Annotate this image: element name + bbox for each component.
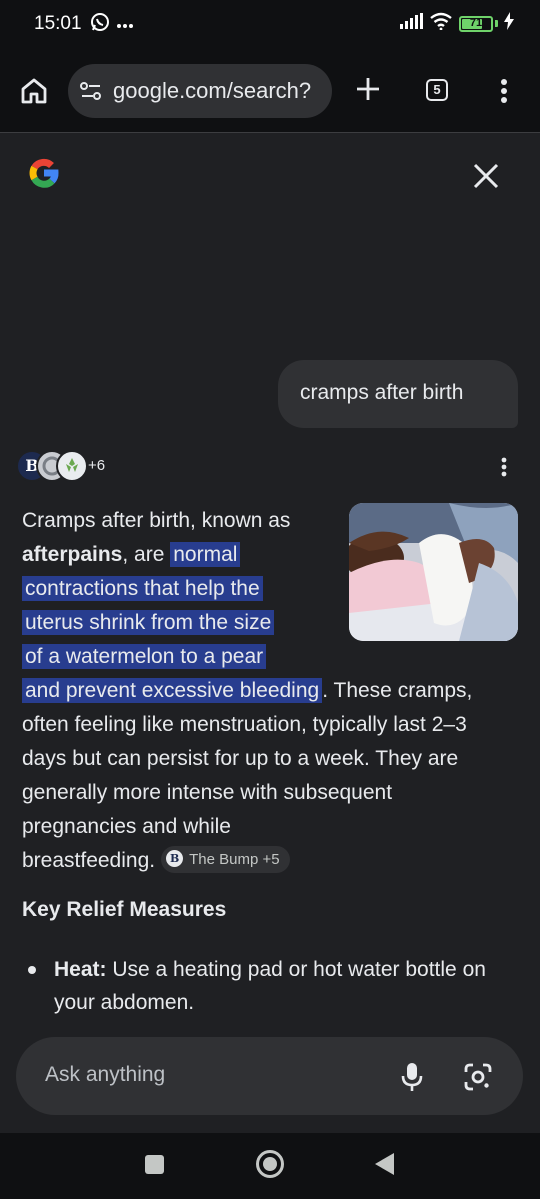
overflow-menu-icon[interactable] [500, 78, 508, 109]
user-query-bubble: cramps after birth [278, 360, 518, 428]
signal-icon [399, 13, 423, 34]
more-notifications-icon [116, 16, 134, 34]
bullet-icon [28, 966, 36, 974]
section-heading: Key Relief Measures [22, 898, 227, 921]
list-item-label: Heat: [54, 958, 107, 981]
answer-image[interactable] [349, 503, 518, 641]
url-text[interactable]: google.com/search? [113, 78, 311, 104]
recents-button[interactable] [145, 1155, 164, 1174]
ask-placeholder[interactable]: Ask anything [45, 1063, 165, 1087]
list-item: Heat: Use a heating pad or hot water bot… [54, 953, 514, 1019]
list-item-text: Use a heating pad or hot water bottle on… [54, 958, 486, 1014]
browser-toolbar: google.com/search? 5 [0, 48, 540, 133]
new-tab-icon[interactable] [354, 75, 382, 108]
citation-chip[interactable]: B The Bump +5 [161, 845, 290, 873]
close-icon[interactable] [470, 160, 502, 197]
tab-switcher-button[interactable]: 5 [426, 79, 448, 101]
answer-bold-term: afterpains [22, 543, 123, 566]
more-options-icon[interactable] [500, 457, 508, 482]
system-nav-bar [0, 1133, 540, 1199]
source-avatar[interactable] [56, 450, 88, 482]
battery-level: 71 [469, 16, 483, 29]
google-logo-icon [21, 150, 67, 196]
site-settings-icon[interactable] [80, 81, 102, 106]
ask-input[interactable]: Ask anything [16, 1037, 523, 1115]
answer-highlight[interactable]: contractions that help the [22, 576, 263, 601]
charging-icon [504, 12, 514, 35]
answer-text: breastfeeding. [22, 849, 156, 872]
answer-text: Cramps after birth, known as [22, 509, 291, 532]
user-query-text: cramps after birth [300, 381, 464, 404]
status-time: 15:01 [34, 13, 82, 34]
answer-text: pregnancies and while [22, 815, 231, 838]
answer-highlight[interactable]: and prevent excessive bleeding [22, 678, 323, 703]
google-lens-icon[interactable] [464, 1063, 492, 1096]
battery-icon: 71 [459, 15, 493, 32]
answer-highlight[interactable]: of a watermelon to a pear [22, 644, 267, 669]
status-bar: 15:01 71 [0, 0, 540, 48]
microphone-icon[interactable] [401, 1062, 423, 1097]
home-button[interactable] [256, 1150, 284, 1178]
citation-label: The Bump +5 [189, 850, 280, 868]
back-button[interactable] [375, 1153, 394, 1175]
source-count[interactable]: +6 [88, 457, 105, 474]
citation-source-icon: B [166, 850, 184, 868]
whatsapp-icon [90, 12, 110, 37]
wifi-icon [429, 12, 453, 35]
answer-highlight[interactable]: uterus shrink from the size [22, 610, 275, 635]
home-icon[interactable] [20, 77, 48, 110]
answer-text: days but can persist for up to a week. T… [22, 747, 459, 770]
url-bar[interactable]: google.com/search? [68, 64, 332, 118]
answer-highlight[interactable]: normal [170, 542, 241, 567]
answer-text: generally more intense with subsequent [22, 781, 393, 804]
answer-text: often feeling like menstruation, typical… [22, 713, 467, 736]
